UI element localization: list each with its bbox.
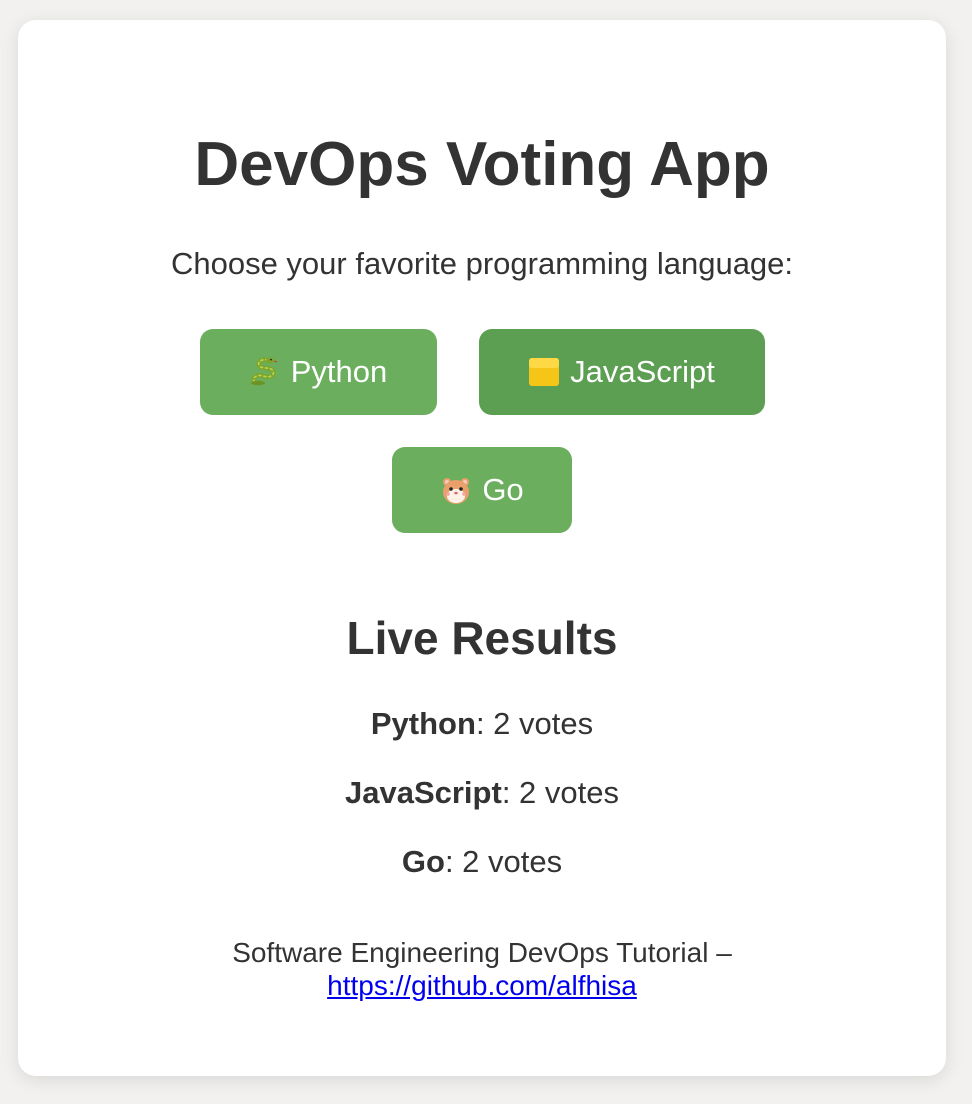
page-title: DevOps Voting App	[194, 130, 770, 199]
voting-card: DevOps Voting App Choose your favorite p…	[18, 20, 946, 1076]
page-subtitle: Choose your favorite programming languag…	[170, 246, 794, 281]
github-link[interactable]: https://github.com/alfhisa	[327, 970, 637, 1001]
vote-python-label: Python	[290, 354, 388, 389]
result-go-votes: : 2 votes	[444, 844, 563, 879]
footer-text: Software Engineering DevOps Tutorial –	[232, 937, 732, 968]
results-title: Live Results	[346, 612, 618, 664]
footer: Software Engineering DevOps Tutorial – h…	[18, 936, 946, 1002]
gopher-icon	[440, 474, 472, 506]
result-go: Go: 2 votes	[18, 844, 946, 880]
result-python-name: Python	[370, 706, 476, 741]
vote-javascript-button[interactable]: JavaScript	[478, 329, 765, 415]
vote-go-label: Go	[482, 472, 524, 507]
result-javascript: JavaScript: 2 votes	[18, 775, 946, 811]
vote-javascript-label: JavaScript	[570, 354, 715, 389]
vote-python-button[interactable]: Python	[199, 329, 437, 415]
yellow-square-icon	[528, 356, 560, 388]
result-javascript-name: JavaScript	[344, 775, 502, 810]
vote-go-button[interactable]: Go	[392, 447, 572, 533]
result-go-name: Go	[401, 844, 445, 879]
vote-buttons-row-1: Python JavaScript	[18, 329, 946, 415]
result-javascript-votes: : 2 votes	[501, 775, 619, 810]
snake-icon	[249, 356, 281, 388]
result-python-votes: : 2 votes	[475, 706, 594, 741]
vote-buttons-row-2: Go	[18, 447, 946, 533]
result-python: Python: 2 votes	[18, 706, 946, 742]
